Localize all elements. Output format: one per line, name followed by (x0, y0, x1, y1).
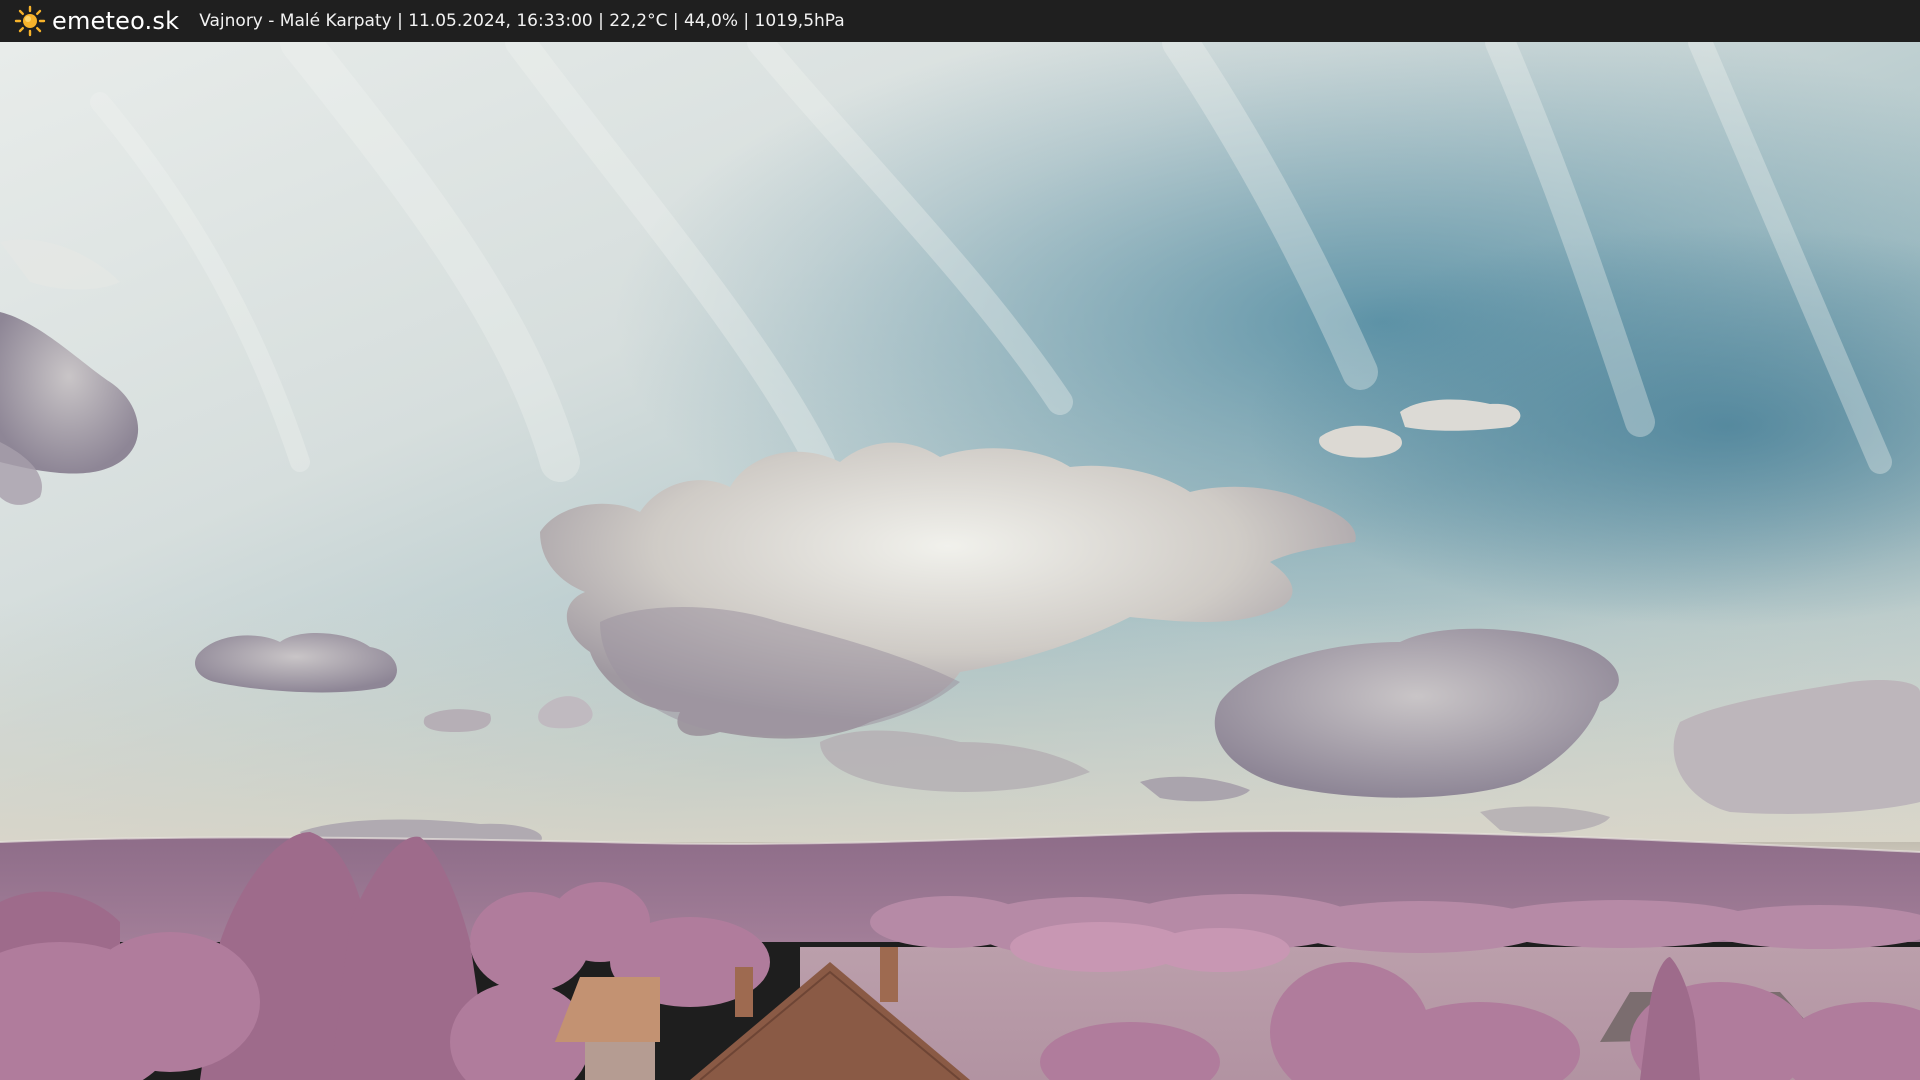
logo-text: emeteo.sk (52, 7, 180, 35)
top-bar: emeteo.sk Vajnory - Malé Karpaty | 11.05… (0, 0, 1920, 42)
sun-icon (14, 5, 46, 37)
webcam-scene (0, 42, 1920, 1080)
webcam-image (0, 42, 1920, 1080)
logo[interactable]: emeteo.sk (14, 5, 179, 37)
weather-status-line: Vajnory - Malé Karpaty | 11.05.2024, 16:… (199, 11, 845, 31)
